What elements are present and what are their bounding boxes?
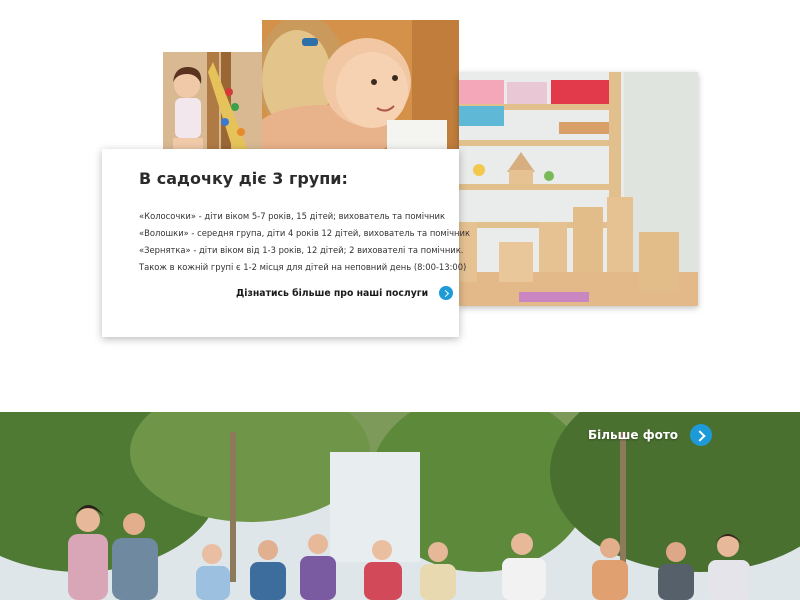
groups-description: «Колосочки» - діти віком 5-7 років, 15 д… bbox=[139, 208, 471, 276]
chevron-right-icon[interactable] bbox=[439, 286, 454, 300]
photo-mother-baby bbox=[262, 20, 459, 150]
photo-wooden-toys bbox=[459, 72, 698, 306]
group-line-voloshky: «Волошки» - середня група, діти 4 років … bbox=[139, 228, 471, 238]
group-line-kolosochky: «Колосочки» - діти віком 5-7 років, 15 д… bbox=[139, 211, 446, 221]
groups-title: В садочку діє 3 групи: bbox=[139, 169, 348, 188]
more-photos-link[interactable]: Більше фото bbox=[588, 424, 713, 446]
photo-girl-playing bbox=[163, 52, 262, 150]
learn-more-services-label: Дізнатись більше про наші послуги bbox=[236, 287, 429, 299]
learn-more-services-link[interactable]: Дізнатись більше про наші послуги bbox=[236, 286, 454, 300]
chevron-right-icon[interactable] bbox=[690, 424, 713, 446]
more-photos-label: Більше фото bbox=[588, 428, 679, 442]
groups-info-card: В садочку діє 3 групи: «Колосочки» - діт… bbox=[102, 149, 471, 337]
part-day-note: Також в кожній групі є 1-2 місця для діт… bbox=[139, 262, 467, 272]
group-line-zernyatka: «Зернятка» - діти віком від 1-3 років, 1… bbox=[139, 245, 464, 255]
